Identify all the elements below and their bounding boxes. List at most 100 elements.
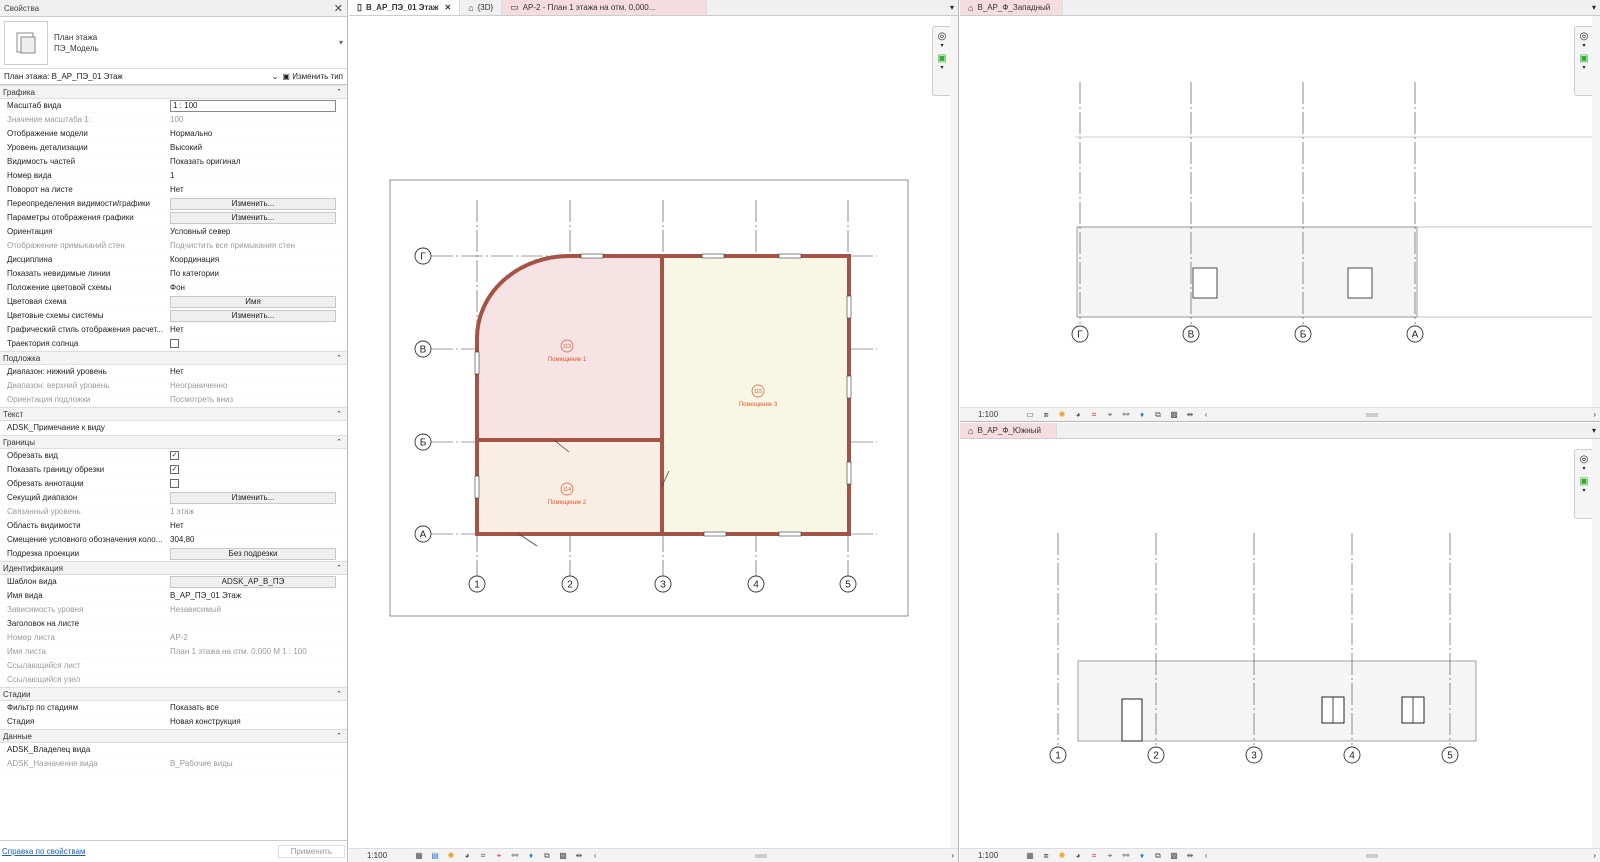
collapse-icon[interactable]: ⌃ xyxy=(336,438,342,446)
analytical-model-icon[interactable]: ▩ xyxy=(1168,410,1180,419)
detail-level-icon[interactable]: ▦ xyxy=(1024,851,1036,860)
close-icon[interactable]: ✕ xyxy=(444,3,451,12)
temporary-hide-icon[interactable]: ⚯ xyxy=(1120,851,1132,860)
reveal-hidden-icon[interactable]: ♦ xyxy=(1136,410,1148,419)
sun-path-icon[interactable]: ✺ xyxy=(445,851,457,860)
tab-floor-plan[interactable]: ▯ В_АР_ПЭ_01 Этаж ✕ xyxy=(349,0,461,15)
room-number[interactable]: 113 xyxy=(563,344,571,350)
property-row[interactable]: Траектория солнца xyxy=(0,337,347,351)
property-row[interactable]: Уровень детализации Высокий xyxy=(0,141,347,155)
crop-view-icon[interactable]: ⌗ xyxy=(1088,851,1100,861)
collapse-icon[interactable]: ⌃ xyxy=(336,732,342,740)
category-header[interactable]: Идентификация ⌃ xyxy=(0,561,347,575)
category-header[interactable]: Графика ⌃ xyxy=(0,85,347,99)
analytical-model-icon[interactable]: ▩ xyxy=(1168,851,1180,860)
chevron-right-icon[interactable]: › xyxy=(951,851,954,860)
property-row[interactable]: Смещение условного обозначения коло... 30… xyxy=(0,533,347,547)
property-row[interactable]: Шаблон вида ADSK_АР_В_ПЭ xyxy=(0,575,347,589)
category-header[interactable]: Границы ⌃ xyxy=(0,435,347,449)
shadows-icon[interactable]: ◕ xyxy=(1072,410,1084,419)
property-button[interactable]: Изменить... xyxy=(170,211,336,224)
west-elevation-view[interactable]: ⌂ В_АР_Ф_Западный ▾ ◎ ▾ ▣ ▾ ГВБА 1:100 ▭ … xyxy=(960,0,1600,422)
property-row[interactable]: Область видимости Нет xyxy=(0,519,347,533)
analytical-model-icon[interactable]: ▩ xyxy=(557,851,569,860)
constraints-icon[interactable]: ⇹ xyxy=(1184,851,1196,860)
scale-label[interactable]: 1:100 xyxy=(978,851,998,860)
room-number[interactable]: 115 xyxy=(754,389,762,395)
property-row[interactable]: Дисциплина Координация xyxy=(0,253,347,267)
shadows-icon[interactable]: ◕ xyxy=(1072,851,1084,860)
property-row[interactable]: Обрезать аннотации xyxy=(0,477,347,491)
tab-sheet[interactable]: ▭ АР-2 - План 1 этажа на отм. 0,000... xyxy=(502,0,708,15)
property-row[interactable]: Заголовок на листе xyxy=(0,617,347,631)
floor-plan-canvas[interactable]: 1 2 3 4 5 Г В Б А 113 Помещение 1 115 Помещение 3 11… xyxy=(349,16,949,848)
room-name[interactable]: Помещение 3 xyxy=(739,402,778,408)
property-checkbox[interactable]: ✓ xyxy=(170,465,179,474)
properties-help-link[interactable]: Справка по свойствам xyxy=(2,847,85,856)
close-icon[interactable]: ✕ xyxy=(334,2,343,15)
sun-path-icon[interactable]: ✺ xyxy=(1056,410,1068,419)
chevron-down-icon[interactable]: ⌄ xyxy=(272,72,279,81)
property-row[interactable]: Переопределения видимости/графики Изменит… xyxy=(0,197,347,211)
show-crop-icon[interactable]: ⌖ xyxy=(493,851,505,861)
lock-3d-icon[interactable]: ⧉ xyxy=(541,851,553,861)
property-row[interactable]: Ориентация Условный север xyxy=(0,225,347,239)
property-row[interactable]: Показать невидимые линии По категории xyxy=(0,267,347,281)
property-row[interactable]: ADSK_Владелец вида xyxy=(0,743,347,757)
instance-filter[interactable]: План этажа: В_АР_ПЭ_01 Этаж ⌄ ▣ Изменить… xyxy=(0,69,347,85)
chevron-left-icon[interactable]: ‹ xyxy=(589,851,601,860)
property-checkbox[interactable] xyxy=(170,339,179,348)
detail-level-icon[interactable]: ▦ xyxy=(413,851,425,860)
crop-view-icon[interactable]: ⌗ xyxy=(1088,410,1100,420)
lock-3d-icon[interactable]: ⧉ xyxy=(1152,410,1164,420)
property-row[interactable]: Положение цветовой схемы Фон xyxy=(0,281,347,295)
scale-label[interactable]: 1:100 xyxy=(978,410,998,419)
tab-west-elevation[interactable]: ⌂ В_АР_Ф_Западный xyxy=(960,0,1063,15)
property-row[interactable]: Отображение модели Нормально xyxy=(0,127,347,141)
visual-style-icon[interactable]: ⧈ xyxy=(1040,851,1052,861)
room-name[interactable]: Помещение 2 xyxy=(548,500,587,506)
chevron-right-icon[interactable]: › xyxy=(1593,410,1596,419)
property-row[interactable]: Цветовые схемы системы Изменить... xyxy=(0,309,347,323)
collapse-icon[interactable]: ⌃ xyxy=(336,690,342,698)
property-button[interactable]: Изменить... xyxy=(170,197,336,210)
property-row[interactable]: Номер вида 1 xyxy=(0,169,347,183)
tab-south-elevation[interactable]: ⌂ В_АР_Ф_Южный xyxy=(960,423,1057,438)
chevron-left-icon[interactable]: ‹ xyxy=(1200,851,1212,860)
chevron-left-icon[interactable]: ‹ xyxy=(1200,410,1212,419)
property-button[interactable]: Имя xyxy=(170,295,336,308)
tab-menu-icon[interactable]: ▾ xyxy=(1588,423,1600,438)
property-row[interactable]: Имя вида В_АР_ПЭ_01 Этаж xyxy=(0,589,347,603)
property-row[interactable]: Стадия Новая конструкция xyxy=(0,715,347,729)
horizontal-scrollbar-thumb[interactable] xyxy=(1366,853,1379,858)
property-row[interactable]: Фильтр по стадиям Показать все xyxy=(0,701,347,715)
shadows-icon[interactable]: ◕ xyxy=(461,851,473,860)
reveal-hidden-icon[interactable]: ♦ xyxy=(1136,851,1148,860)
tab-3d[interactable]: ⌂ {3D} xyxy=(460,0,503,15)
collapse-icon[interactable]: ⌃ xyxy=(336,88,342,96)
room-number[interactable]: 114 xyxy=(563,487,571,493)
property-row[interactable]: Параметры отображения графики Изменить... xyxy=(0,211,347,225)
horizontal-scrollbar-thumb[interactable] xyxy=(1366,412,1379,417)
scale-label[interactable]: 1:100 xyxy=(367,851,387,860)
show-crop-icon[interactable]: ⌖ xyxy=(1104,851,1116,861)
visual-style-icon[interactable]: ▤ xyxy=(429,851,441,860)
horizontal-scrollbar-thumb[interactable] xyxy=(755,853,768,858)
collapse-icon[interactable]: ⌃ xyxy=(336,354,342,362)
apply-button[interactable]: Применить xyxy=(277,845,345,858)
vertical-scrollbar[interactable] xyxy=(950,16,958,848)
property-row[interactable]: Подрезка проекции Без подрезки xyxy=(0,547,347,561)
temporary-hide-icon[interactable]: ⚯ xyxy=(509,851,521,860)
room-name[interactable]: Помещение 1 xyxy=(548,357,587,363)
property-row[interactable]: Показать границу обрезки ✓ xyxy=(0,463,347,477)
chevron-down-icon[interactable]: ▾ xyxy=(339,38,343,47)
sun-path-icon[interactable]: ✺ xyxy=(1056,851,1068,860)
type-selector[interactable]: План этажа ПЭ_Модель ▾ xyxy=(0,17,347,69)
property-row[interactable]: ADSK_Примечание к виду xyxy=(0,421,347,435)
vertical-scrollbar[interactable] xyxy=(1592,16,1600,407)
crop-view-icon[interactable]: ⌗ xyxy=(477,851,489,861)
property-row[interactable]: Графический стиль отображения расчет... Н… xyxy=(0,323,347,337)
property-row[interactable]: Поворот на листе Нет xyxy=(0,183,347,197)
west-elevation-canvas[interactable]: ГВБА xyxy=(960,16,1592,408)
collapse-icon[interactable]: ⌃ xyxy=(336,564,342,572)
